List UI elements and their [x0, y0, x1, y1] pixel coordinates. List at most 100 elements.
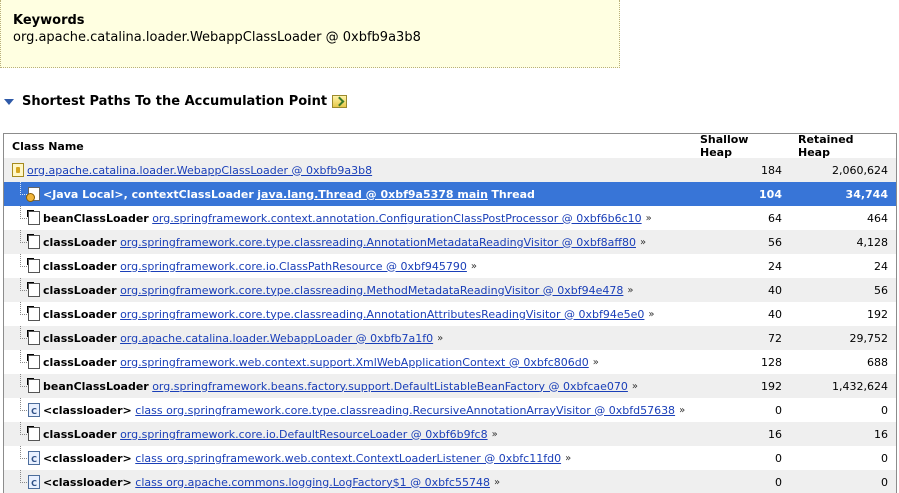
table-row[interactable]: beanClassLoader org.springframework.bean… [4, 374, 896, 398]
keywords-panel: Keywords org.apache.catalina.loader.Weba… [0, 0, 620, 68]
section-header[interactable]: Shortest Paths To the Accumulation Point [4, 92, 348, 110]
object-link[interactable]: org.springframework.core.io.ClassPathRes… [120, 260, 467, 273]
table-row[interactable]: classLoader org.springframework.web.cont… [4, 350, 896, 374]
table-row[interactable]: C <classloader> class org.springframework… [4, 446, 896, 470]
shallow-heap-value: 40 [768, 307, 782, 321]
object-icon [27, 258, 40, 273]
field-name: <classloader> [43, 475, 132, 489]
shallow-heap-value: 0 [775, 403, 782, 417]
class-icon: C [28, 403, 40, 417]
object-link[interactable]: org.springframework.core.type.classreadi… [120, 236, 636, 249]
more-arrow-icon[interactable]: » [648, 309, 654, 320]
table-header: Class Name Shallow Heap Retained Heap [4, 134, 896, 159]
table-row[interactable]: classLoader org.springframework.core.typ… [4, 278, 896, 302]
open-in-editor-icon[interactable] [332, 94, 348, 108]
shallow-heap-value: 128 [761, 355, 782, 369]
shallow-heap-value: 24 [768, 259, 782, 273]
retained-heap-value: 464 [867, 211, 888, 225]
retained-heap-value: 688 [867, 355, 888, 369]
table-row[interactable]: C <classloader> class org.apache.commons.… [4, 470, 896, 493]
shallow-heap-value: 16 [768, 427, 782, 441]
table-row[interactable]: classLoader org.apache.catalina.loader.W… [4, 326, 896, 350]
more-arrow-icon[interactable]: » [492, 429, 498, 440]
more-arrow-icon[interactable]: » [565, 453, 571, 464]
field-name: classLoader [43, 355, 117, 369]
row-prefix: <Java Local>, contextClassLoader [43, 187, 254, 201]
tree-connector [14, 230, 28, 254]
shallow-heap-value: 104 [759, 187, 782, 201]
object-icon [27, 282, 40, 297]
more-arrow-icon[interactable]: » [627, 285, 633, 296]
section-title: Shortest Paths To the Accumulation Point [22, 93, 328, 109]
tree-connector [14, 350, 28, 374]
tree-connector [14, 206, 28, 230]
field-name: <classloader> [43, 403, 132, 417]
retained-heap-value: 4,128 [856, 235, 889, 249]
table-row[interactable]: classLoader org.springframework.core.typ… [4, 230, 896, 254]
object-icon [27, 210, 40, 225]
retained-heap-value: 34,744 [845, 187, 888, 201]
object-link[interactable]: class org.apache.commons.logging.LogFact… [135, 476, 490, 489]
more-arrow-icon[interactable]: » [471, 261, 477, 272]
more-arrow-icon[interactable]: » [593, 357, 599, 368]
more-arrow-icon[interactable]: » [437, 333, 443, 344]
field-name: classLoader [43, 283, 117, 297]
field-name: classLoader [43, 427, 117, 441]
table-row-selected[interactable]: <Java Local>, contextClassLoader java.la… [4, 182, 896, 206]
table-row[interactable]: C <classloader> class org.springframework… [4, 398, 896, 422]
tree-connector [14, 398, 28, 422]
tree-connector [14, 446, 28, 470]
object-link[interactable]: org.springframework.beans.factory.suppor… [152, 380, 628, 393]
shallow-heap-value: 56 [768, 235, 782, 249]
shallow-heap-value: 40 [768, 283, 782, 297]
row-suffix: Thread [491, 187, 535, 201]
object-link[interactable]: org.springframework.context.annotation.C… [152, 212, 641, 225]
field-name: classLoader [43, 307, 117, 321]
retained-heap-value: 56 [874, 283, 888, 297]
column-header-shallow-heap[interactable]: Shallow Heap [692, 134, 790, 159]
retained-heap-value: 29,752 [849, 331, 889, 345]
column-header-class-name[interactable]: Class Name [4, 134, 692, 158]
retained-heap-value: 0 [881, 475, 888, 489]
object-icon [27, 330, 40, 345]
table-row[interactable]: beanClassLoader org.springframework.cont… [4, 206, 896, 230]
collapse-triangle-icon[interactable] [4, 99, 14, 105]
table-row[interactable]: classLoader org.springframework.core.typ… [4, 302, 896, 326]
shallow-heap-value: 184 [761, 163, 782, 177]
table-row[interactable]: classLoader org.springframework.core.io.… [4, 254, 896, 278]
object-icon [27, 234, 40, 249]
object-link[interactable]: org.springframework.core.type.classreadi… [120, 284, 623, 297]
object-icon [27, 306, 40, 321]
tree-connector [14, 326, 28, 350]
field-name: beanClassLoader [43, 211, 149, 225]
object-link[interactable]: class org.springframework.web.context.Co… [135, 452, 561, 465]
thread-link[interactable]: java.lang.Thread @ 0xbf9a5378 main [257, 188, 488, 201]
field-name: <classloader> [43, 451, 132, 465]
more-arrow-icon[interactable]: » [646, 213, 652, 224]
more-arrow-icon[interactable]: » [679, 405, 685, 416]
object-link[interactable]: org.springframework.core.type.classreadi… [120, 308, 644, 321]
object-link[interactable]: org.springframework.web.context.support.… [120, 356, 589, 369]
more-arrow-icon[interactable]: » [494, 477, 500, 488]
class-icon: C [28, 451, 40, 465]
object-link[interactable]: org.springframework.core.io.DefaultResou… [120, 428, 488, 441]
retained-heap-value: 1,432,624 [832, 379, 888, 393]
object-link[interactable]: class org.springframework.core.type.clas… [135, 404, 675, 417]
retained-heap-value: 16 [874, 427, 888, 441]
retained-heap-value: 0 [881, 403, 888, 417]
more-arrow-icon[interactable]: » [640, 237, 646, 248]
root-object-link[interactable]: org.apache.catalina.loader.WebappClassLo… [27, 164, 372, 177]
field-name: classLoader [43, 331, 117, 345]
class-icon: C [28, 475, 40, 489]
more-arrow-icon[interactable]: » [632, 381, 638, 392]
object-link[interactable]: org.apache.catalina.loader.WebappLoader … [120, 332, 433, 345]
tree-connector [14, 422, 28, 446]
tree-connector [14, 470, 28, 493]
field-name: classLoader [43, 259, 117, 273]
table-row-root[interactable]: org.apache.catalina.loader.WebappClassLo… [4, 158, 896, 182]
classloader-object-icon [12, 163, 24, 177]
table-row[interactable]: classLoader org.springframework.core.io.… [4, 422, 896, 446]
column-header-retained-heap[interactable]: Retained Heap [790, 134, 896, 159]
object-icon [27, 378, 40, 393]
retained-heap-value: 2,060,624 [832, 163, 888, 177]
